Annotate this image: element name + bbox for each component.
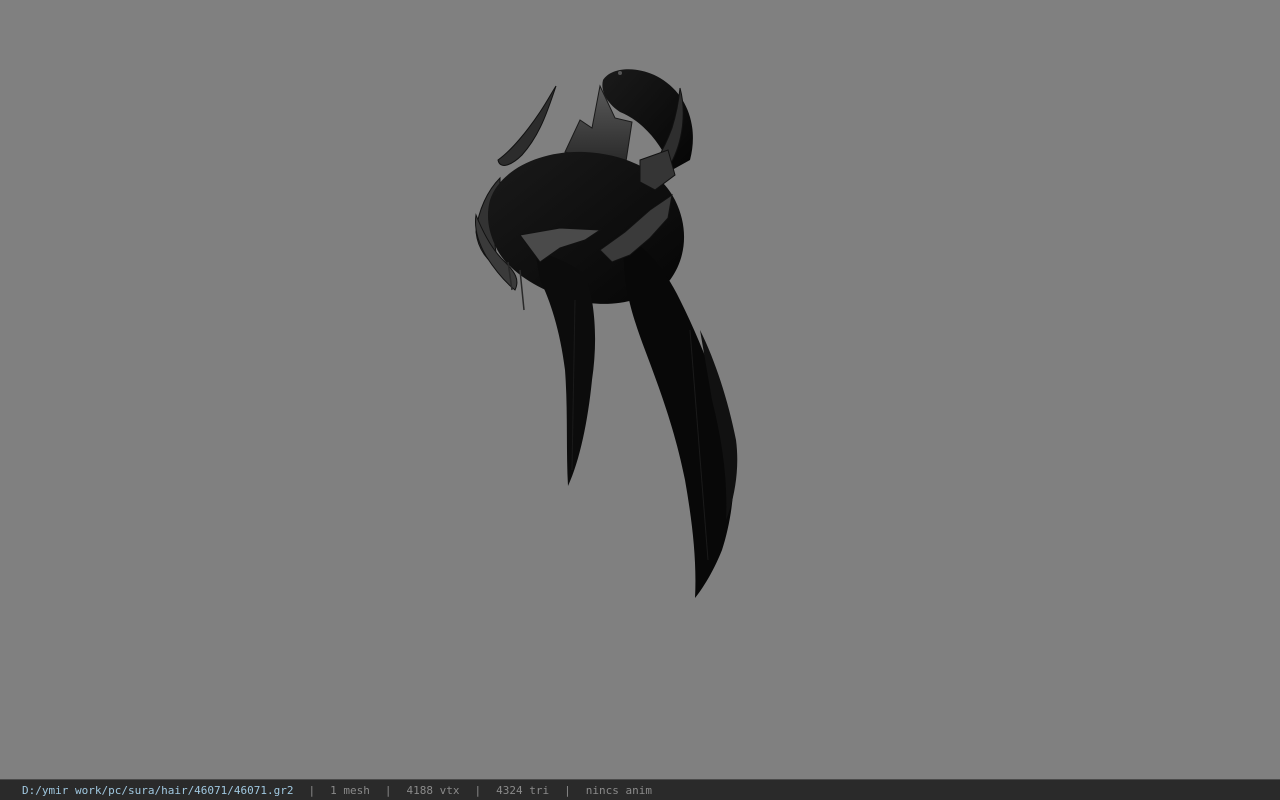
hair-model-render [475, 69, 738, 598]
separator: | [564, 783, 571, 797]
separator: | [308, 783, 316, 797]
left-lock [535, 250, 596, 486]
vertex-count: 4188 vtx [406, 783, 460, 797]
separator: | [384, 783, 392, 797]
left-horn [497, 85, 557, 166]
animation-status: nincs anim [585, 783, 652, 797]
3d-viewport[interactable] [0, 0, 1280, 779]
status-bar: D:/ymir work/pc/sura/hair/46071/46071.gr… [0, 779, 1280, 800]
mesh-count: 1 mesh [330, 783, 370, 797]
separator: | [474, 783, 482, 797]
file-path: D:/ymir work/pc/sura/hair/46071/46071.gr… [22, 783, 294, 797]
triangle-count: 4324 tri [496, 783, 550, 797]
